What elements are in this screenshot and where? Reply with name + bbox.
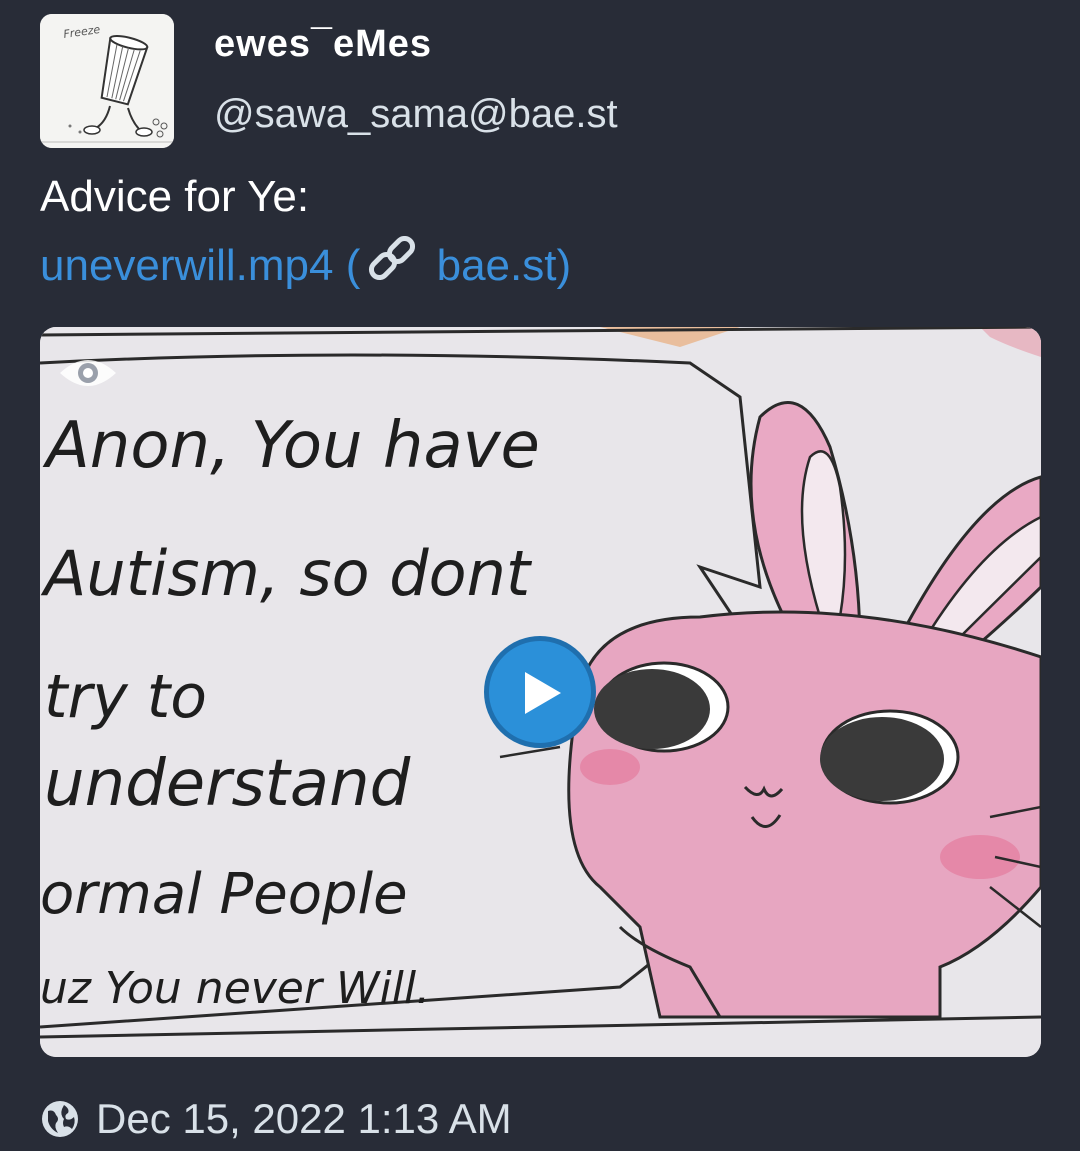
avatar[interactable]: Freeze [40,14,174,148]
video-attachment[interactable]: Anon, You have Autism, so dont try to un… [40,327,1041,1057]
drawing-line-6: uz You never Will. [40,963,430,1014]
attachment-host: bae.st [436,241,557,290]
eye-icon[interactable] [56,353,120,393]
play-button[interactable] [484,636,596,748]
status-post: Freeze ewes¯eMes @sawa_sama@bae.st Advic… [0,0,1080,1151]
play-icon [525,672,561,714]
account-handle[interactable]: @sawa_sama@bae.st [214,90,618,138]
status-footer: Dec 15, 2022 1:13 AM [40,1092,512,1146]
drawing-line-1: Anon, You have [42,409,540,483]
link-icon [369,236,416,281]
display-name[interactable]: ewes¯eMes [214,22,432,66]
avatar-image: Freeze [40,14,174,148]
drawing-line-5: ormal People [40,862,408,927]
drawing-line-4: understand [44,747,411,821]
attachment-link[interactable]: uneverwill.mp4 ( bae.st) [40,236,571,293]
timestamp[interactable]: Dec 15, 2022 1:13 AM [96,1093,512,1145]
status-text: Advice for Ye: [40,172,310,221]
attachment-name: uneverwill.mp4 [40,241,334,290]
drawing-line-3: try to [44,662,207,732]
drawing-line-2: Autism, so dont [40,537,533,610]
globe-icon[interactable] [40,1099,80,1139]
